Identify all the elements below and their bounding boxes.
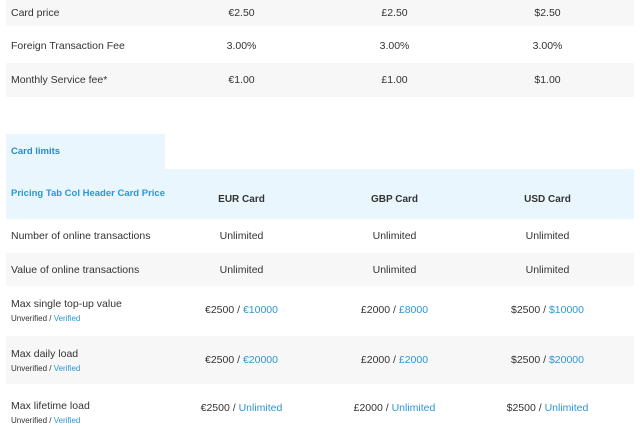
gbp-value: Unlimited: [372, 230, 417, 242]
separator: /: [234, 354, 243, 366]
verified-link[interactable]: Verified: [54, 314, 81, 323]
separator: /: [540, 354, 549, 366]
unverified-value: €2500: [200, 402, 230, 414]
table-header: Pricing Tab Col Header Card Price EUR Ca…: [6, 169, 634, 219]
separator: /: [390, 354, 399, 366]
table-row: Value of online transactions Unlimited U…: [6, 253, 634, 286]
usd-value: Unlimited: [525, 263, 570, 276]
row-label: Value of online transactions: [11, 263, 140, 276]
usd-value: $1.00: [534, 74, 561, 86]
gbp-value: £1.00: [381, 74, 408, 86]
unverified-value: £2000: [353, 402, 383, 414]
usd-value: $2500 / $20000: [471, 354, 624, 366]
eur-value: Unlimited: [219, 263, 264, 276]
verified-link[interactable]: Verified: [54, 416, 81, 425]
separator: /: [382, 402, 392, 414]
row-label-group: Max single top-up value Unverified / Ver…: [6, 298, 165, 323]
verified-value: $20000: [548, 354, 584, 366]
row-label: Monthly Service fee*: [11, 74, 108, 86]
usd-value: $2500 / $10000: [471, 304, 624, 316]
unverified-label: Unverified: [11, 363, 48, 373]
table-row: Card price €2.50 £2.50 $2.50: [6, 0, 634, 26]
unverified-value: €2500: [204, 304, 235, 316]
separator: /: [47, 363, 54, 373]
row-label: Max lifetime load: [11, 399, 90, 412]
verified-value: Unlimited: [238, 402, 283, 414]
row-label: Max daily load: [11, 347, 79, 360]
separator: /: [229, 402, 239, 414]
unverified-label: Unverified: [11, 415, 48, 425]
table-row: Max daily load Unverified / Verified €25…: [6, 336, 634, 384]
row-label-group: Max daily load Unverified / Verified: [6, 348, 165, 373]
separator: /: [540, 304, 549, 316]
unverified-value: $2500: [510, 304, 541, 316]
unverified-value: £2000: [360, 354, 391, 366]
usd-value: Unlimited: [525, 230, 570, 242]
header-gbp: GBP Card: [370, 193, 419, 205]
usd-value: $2.50: [534, 7, 561, 19]
header-col-label: Pricing Tab Col Header Card Price: [11, 188, 165, 199]
eur-value: €1.00: [228, 74, 255, 86]
gbp-value: Unlimited: [372, 263, 417, 276]
separator: /: [47, 313, 54, 323]
verified-value: Unlimited: [391, 402, 436, 414]
gbp-value: £2.50: [381, 7, 408, 19]
unverified-value: £2000: [360, 304, 391, 316]
row-sublabel: Unverified / Verified: [11, 364, 165, 373]
unverified-label: Unverified: [11, 313, 48, 323]
tab-card-limits[interactable]: Card limits: [6, 134, 165, 169]
verified-value: £2000: [398, 354, 429, 366]
verified-value: Unlimited: [544, 402, 589, 414]
eur-value: €2500 / Unlimited: [165, 398, 318, 414]
verified-value: £8000: [398, 304, 429, 316]
eur-value: 3.00%: [226, 40, 257, 52]
eur-value: €2.50: [228, 7, 255, 19]
eur-value: Unlimited: [219, 230, 264, 242]
row-label: Card price: [11, 7, 60, 19]
table-row: Monthly Service fee* €1.00 £1.00 $1.00: [6, 63, 634, 97]
table-row: Foreign Transaction Fee 3.00% 3.00% 3.00…: [6, 29, 634, 63]
verified-value: €10000: [242, 304, 278, 316]
separator: /: [47, 415, 54, 425]
separator: /: [234, 304, 243, 316]
gbp-value: £2000 / £2000: [318, 354, 471, 366]
unverified-value: €2500: [204, 354, 235, 366]
row-sublabel: Unverified / Verified: [11, 416, 165, 425]
gbp-value: £2000 / £8000: [318, 304, 471, 316]
row-label: Foreign Transaction Fee: [11, 40, 125, 52]
header-usd: USD Card: [524, 193, 571, 205]
row-label: Max single top-up value: [11, 297, 122, 310]
unverified-value: $2500: [506, 402, 536, 414]
separator: /: [535, 402, 545, 414]
gbp-value: 3.00%: [379, 40, 410, 52]
table-row: Number of online transactions Unlimited …: [6, 219, 634, 253]
unverified-value: $2500: [510, 354, 541, 366]
row-sublabel: Unverified / Verified: [11, 314, 165, 323]
header-eur: EUR Card: [218, 193, 265, 205]
usd-value: 3.00%: [532, 40, 563, 52]
separator: /: [390, 304, 399, 316]
verified-link[interactable]: Verified: [54, 364, 81, 373]
eur-value: €2500 / €20000: [165, 354, 318, 366]
verified-value: €20000: [242, 354, 278, 366]
verified-value: $10000: [548, 304, 584, 316]
table-row: Max single top-up value Unverified / Ver…: [6, 286, 634, 334]
table-row: Max lifetime load Unverified / Verified …: [6, 386, 634, 426]
usd-value: $2500 / Unlimited: [471, 398, 624, 414]
row-label: Number of online transactions: [11, 230, 151, 242]
gbp-value: £2000 / Unlimited: [318, 398, 471, 414]
eur-value: €2500 / €10000: [165, 304, 318, 316]
